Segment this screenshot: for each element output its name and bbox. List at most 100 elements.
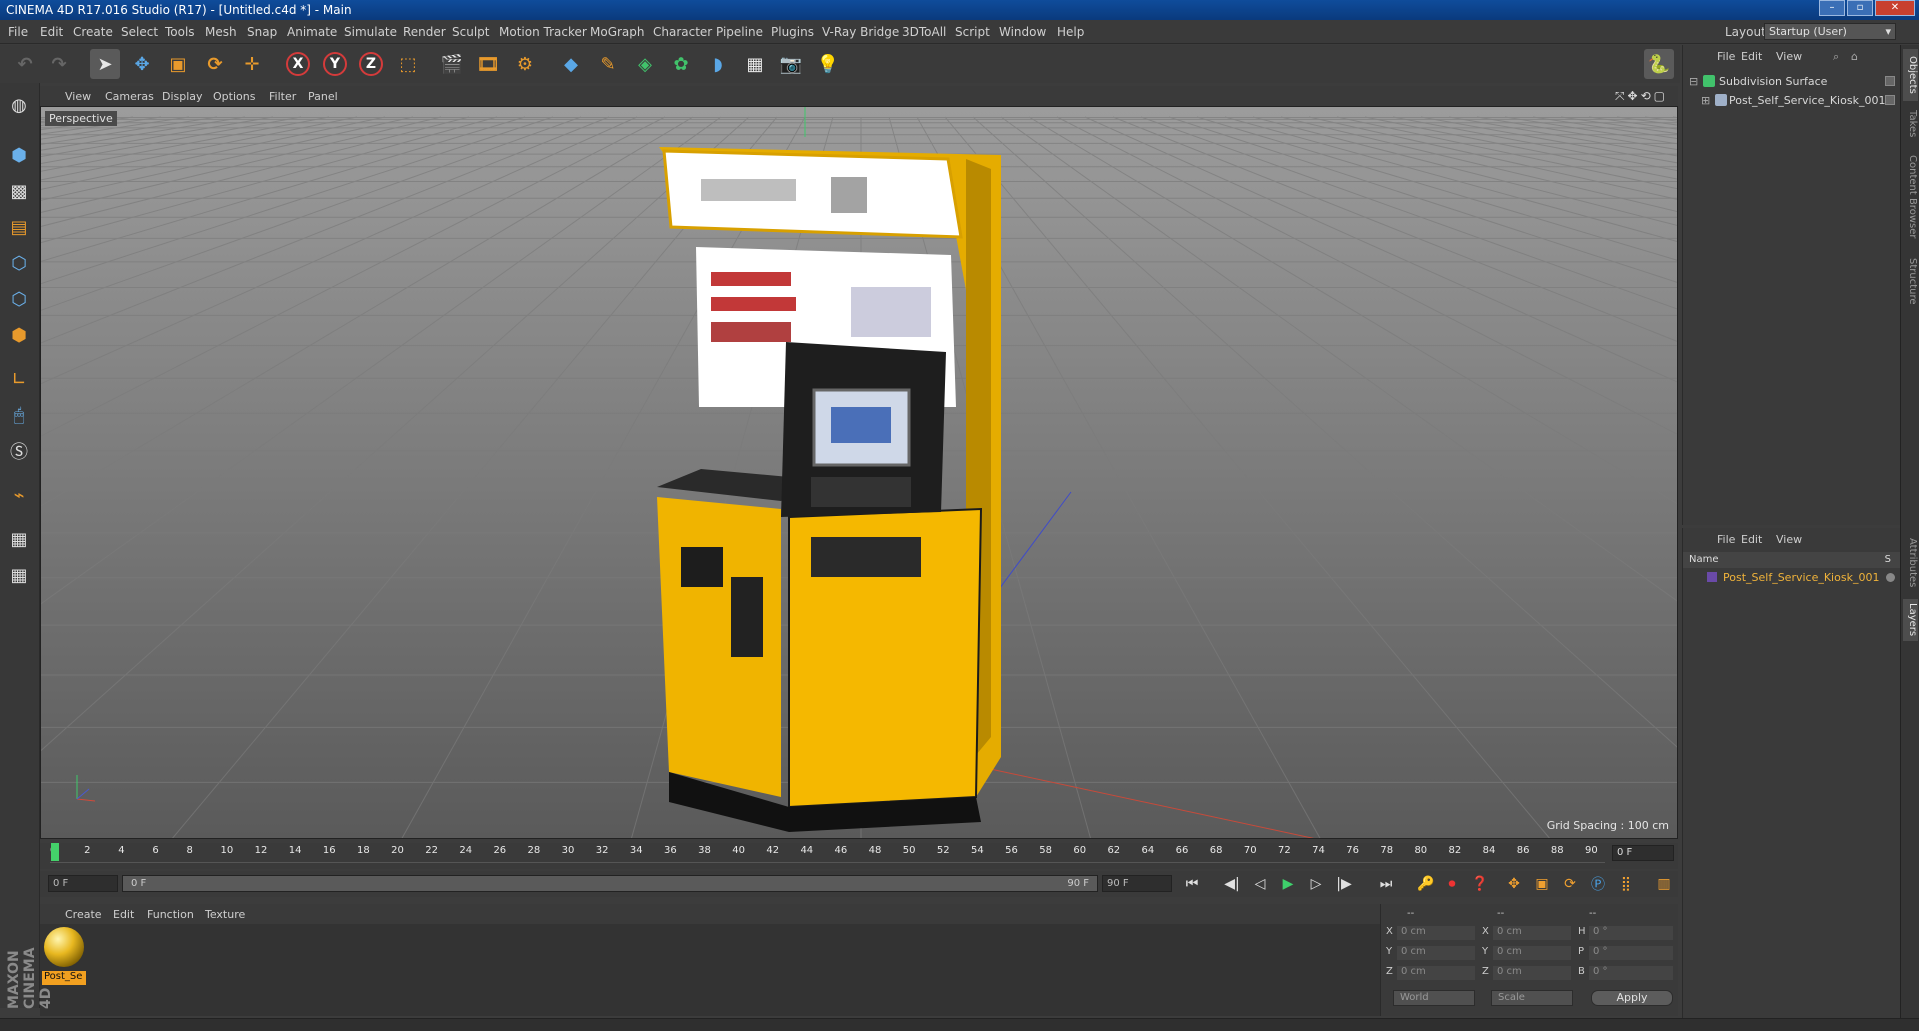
layer-menu-file[interactable]: File [1717, 533, 1735, 546]
object-menu-file[interactable]: File [1717, 50, 1735, 63]
preview-range-slider[interactable]: 0 F 90 F [122, 875, 1098, 892]
rotation-p-field[interactable]: 0 ° [1589, 946, 1673, 960]
texture-mode-icon[interactable]: ▩ [5, 177, 33, 205]
material-menu-edit[interactable]: Edit [113, 908, 134, 921]
key-position-icon[interactable]: ✥ [1502, 873, 1526, 895]
solo-dot[interactable] [1886, 573, 1895, 582]
redo-icon[interactable]: ↷ [44, 49, 74, 79]
make-editable-icon[interactable]: ◍ [5, 91, 33, 119]
y-axis-lock-button[interactable]: Y [320, 49, 350, 79]
next-frame-icon[interactable]: ▷ [1304, 873, 1328, 895]
record-icon[interactable]: ⏺ [1440, 873, 1464, 895]
frame-ruler[interactable]: 0246810121416182022242628303234363840424… [50, 843, 1605, 863]
object-row-kiosk[interactable]: ⊞ Post_Self_Service_Kiosk_001 [1683, 92, 1901, 110]
z-axis-lock-button[interactable]: Z [356, 49, 386, 79]
rotate-tool-icon[interactable]: ⟳ [200, 49, 230, 79]
previous-frame-icon[interactable]: ◁ [1248, 873, 1272, 895]
deformer-icon[interactable]: ◗ [703, 49, 733, 79]
apply-button[interactable]: Apply [1591, 990, 1673, 1006]
object-row-subdivision-surface[interactable]: ⊟ Subdivision Surface [1683, 73, 1901, 91]
menu-3dtoall[interactable]: 3DToAll [902, 25, 946, 39]
coordinate-system-icon[interactable]: ⬚ [393, 49, 423, 79]
rotation-b-field[interactable]: 0 ° [1589, 966, 1673, 980]
mograph-cloner-icon[interactable]: ✿ [666, 49, 696, 79]
polygons-mode-icon[interactable]: ⬢ [5, 321, 33, 349]
expand-icon[interactable]: ⊞ [1701, 94, 1710, 107]
3d-viewport[interactable]: Perspective Grid Spacing : 100 cm [40, 106, 1678, 839]
current-frame-field[interactable]: 0 F [1612, 845, 1674, 861]
layer-row[interactable]: Post_Self_Service_Kiosk_001 [1683, 570, 1901, 586]
menu-animate[interactable]: Animate [287, 25, 337, 39]
menu-script[interactable]: Script [955, 25, 990, 39]
end-frame-field[interactable]: 90 F [1102, 875, 1172, 892]
menu-mesh[interactable]: Mesh [205, 25, 237, 39]
start-frame-field[interactable]: 0 F [48, 875, 118, 892]
close-button[interactable]: ✕ [1875, 0, 1915, 16]
tab-content-browser[interactable]: Content Browser [1903, 147, 1918, 247]
light-bulb-icon[interactable]: 💡 [813, 49, 843, 79]
menu-mograph[interactable]: MoGraph [590, 25, 645, 39]
points-mode-icon[interactable]: ⬡ [5, 249, 33, 277]
menu-help[interactable]: Help [1057, 25, 1084, 39]
tab-layers[interactable]: Layers [1903, 599, 1918, 641]
model-mode-icon[interactable]: ⬢ [5, 141, 33, 169]
size-y-field[interactable]: 0 cm [1493, 946, 1571, 960]
object-menu-edit[interactable]: Edit [1741, 50, 1762, 63]
menu-plugins[interactable]: Plugins [771, 25, 814, 39]
autokey-icon[interactable]: ❓ [1468, 873, 1492, 895]
column-name[interactable]: Name [1689, 554, 1719, 565]
viewport-nav-icons[interactable]: ⤧✥⟲▢ [1615, 89, 1668, 104]
minimize-button[interactable]: – [1819, 0, 1845, 16]
key-pla-icon[interactable]: ⣿ [1614, 873, 1638, 895]
menu-create[interactable]: Create [73, 25, 113, 39]
render-settings-icon[interactable]: ⚙ [510, 49, 540, 79]
viewport-menu-filter[interactable]: Filter [269, 90, 296, 103]
tab-structure[interactable]: Structure [1903, 251, 1918, 311]
edges-mode-icon[interactable]: ⬡ [5, 285, 33, 313]
menu-pipeline[interactable]: Pipeline [716, 25, 763, 39]
menu-motion-tracker[interactable]: Motion Tracker [499, 25, 587, 39]
magnet-icon[interactable]: ⌁ [5, 481, 33, 509]
menu-select[interactable]: Select [121, 25, 158, 39]
playhead[interactable] [51, 843, 59, 861]
workplane-mode-icon[interactable]: ▤ [5, 213, 33, 241]
go-to-end-icon[interactable]: ⏭ [1374, 873, 1398, 895]
search-icon[interactable]: ⌕ [1833, 50, 1839, 64]
menu-render[interactable]: Render [403, 25, 446, 39]
timeline-window-icon[interactable]: ▥ [1652, 873, 1676, 895]
undo-icon[interactable]: ↶ [10, 49, 40, 79]
menu-window[interactable]: Window [999, 25, 1046, 39]
select-arrow-icon[interactable]: ➤ [90, 49, 120, 79]
menu-edit[interactable]: Edit [40, 25, 63, 39]
render-view-icon[interactable]: 🎬 [437, 49, 467, 79]
render-picture-viewer-icon[interactable]: 🎞 [473, 49, 503, 79]
position-x-field[interactable]: 0 cm [1397, 926, 1475, 940]
viewport-menu-display[interactable]: Display [162, 90, 203, 103]
keyframe-selection-icon[interactable]: 🔑 [1414, 873, 1438, 895]
timeline-ruler[interactable]: 0246810121416182022242628303234363840424… [40, 843, 1678, 869]
position-y-field[interactable]: 0 cm [1397, 946, 1475, 960]
viewport-menu-cameras[interactable]: Cameras [105, 90, 154, 103]
menu-vray-bridge[interactable]: V-Ray Bridge [822, 25, 899, 39]
transform-tool-icon[interactable]: ✛ [237, 49, 267, 79]
menu-simulate[interactable]: Simulate [344, 25, 397, 39]
previous-key-icon[interactable]: ◀| [1220, 873, 1244, 895]
next-key-icon[interactable]: |▶ [1332, 873, 1356, 895]
tab-objects[interactable]: Objects [1903, 49, 1918, 101]
collapse-icon[interactable]: ⊟ [1689, 75, 1698, 88]
python-icon[interactable]: 🐍 [1644, 49, 1674, 79]
key-parameter-icon[interactable]: Ⓟ [1586, 873, 1610, 895]
layer-menu-view[interactable]: View [1776, 533, 1802, 546]
tweak-mode-icon[interactable]: 🖱 [5, 401, 33, 429]
menu-tools[interactable]: Tools [165, 25, 195, 39]
camera-icon[interactable]: 📷 [776, 49, 806, 79]
key-scale-icon[interactable]: ▣ [1530, 873, 1554, 895]
go-to-start-icon[interactable]: ⏮ [1180, 873, 1204, 895]
viewport-menu-panel[interactable]: Panel [308, 90, 338, 103]
size-x-field[interactable]: 0 cm [1493, 926, 1571, 940]
tab-attributes[interactable]: Attributes [1903, 531, 1918, 595]
x-axis-lock-button[interactable]: X [283, 49, 313, 79]
planar-workplane-icon[interactable]: ▦ [5, 561, 33, 589]
menu-character[interactable]: Character [653, 25, 712, 39]
subdivision-surface-icon[interactable]: ◈ [630, 49, 660, 79]
